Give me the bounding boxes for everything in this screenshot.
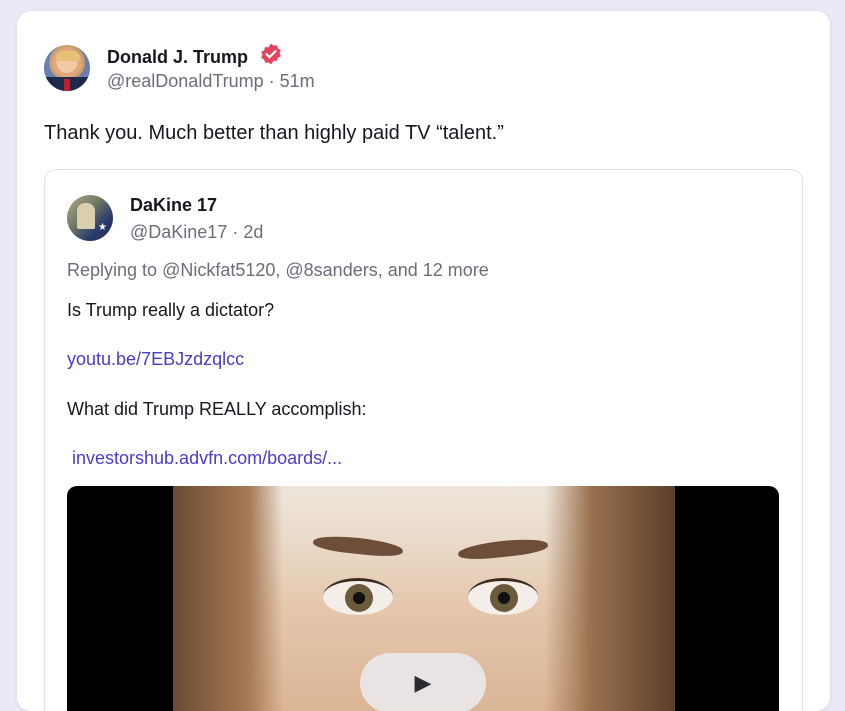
avatar-hair — [56, 51, 80, 61]
author-name[interactable]: Donald J. Trump — [107, 42, 283, 71]
thumb-eye-right — [468, 578, 538, 615]
thumb-eye-left — [323, 578, 393, 615]
quoted-author-name[interactable]: DaKine 17 — [130, 195, 217, 216]
verified-badge-icon — [259, 42, 283, 71]
play-icon[interactable]: ▶ — [360, 653, 486, 711]
avatar-figure — [77, 203, 95, 229]
thumb-brow-left — [312, 533, 404, 559]
author-handle[interactable]: @realDonaldTrump · 51m — [107, 71, 315, 92]
quoted-author-handle[interactable]: @DaKine17 · 2d — [130, 222, 263, 243]
thumb-hair-right — [545, 486, 675, 711]
star-icon: ★ — [98, 222, 107, 233]
quoted-text-line-2: What did Trump REALLY accomplish: — [67, 399, 367, 419]
quoted-post[interactable]: ★ DaKine 17 @DaKine17 · 2d Replying to @… — [44, 169, 803, 711]
thumb-brow-right — [457, 536, 549, 562]
author-name-text[interactable]: Donald J. Trump — [107, 47, 248, 67]
thumb-iris-right — [490, 584, 518, 612]
quoted-author-avatar[interactable]: ★ — [67, 195, 113, 241]
video-player[interactable]: ▶ — [67, 486, 779, 711]
investorshub-link[interactable]: investorshub.advfn.com/boards/... — [67, 448, 342, 469]
author-avatar[interactable] — [44, 45, 90, 91]
avatar-tie — [64, 79, 70, 91]
replying-to-prefix: Replying to — [67, 260, 163, 280]
post-card: Donald J. Trump @realDonaldTrump · 51m T… — [17, 11, 830, 711]
reply-more[interactable]: , and 12 more — [378, 260, 489, 280]
quoted-text-line-1: Is Trump really a dictator? — [67, 300, 275, 320]
youtube-link[interactable]: youtu.be/7EBJzdzqlcc — [67, 349, 244, 370]
post-text: Thank you. Much better than highly paid … — [44, 122, 504, 144]
replying-to: Replying to @Nickfat5120, @8sanders, and… — [67, 260, 489, 281]
thumb-iris-left — [345, 584, 373, 612]
reply-mentions[interactable]: @Nickfat5120, @8sanders — [162, 260, 378, 280]
thumb-hair-left — [173, 486, 283, 711]
